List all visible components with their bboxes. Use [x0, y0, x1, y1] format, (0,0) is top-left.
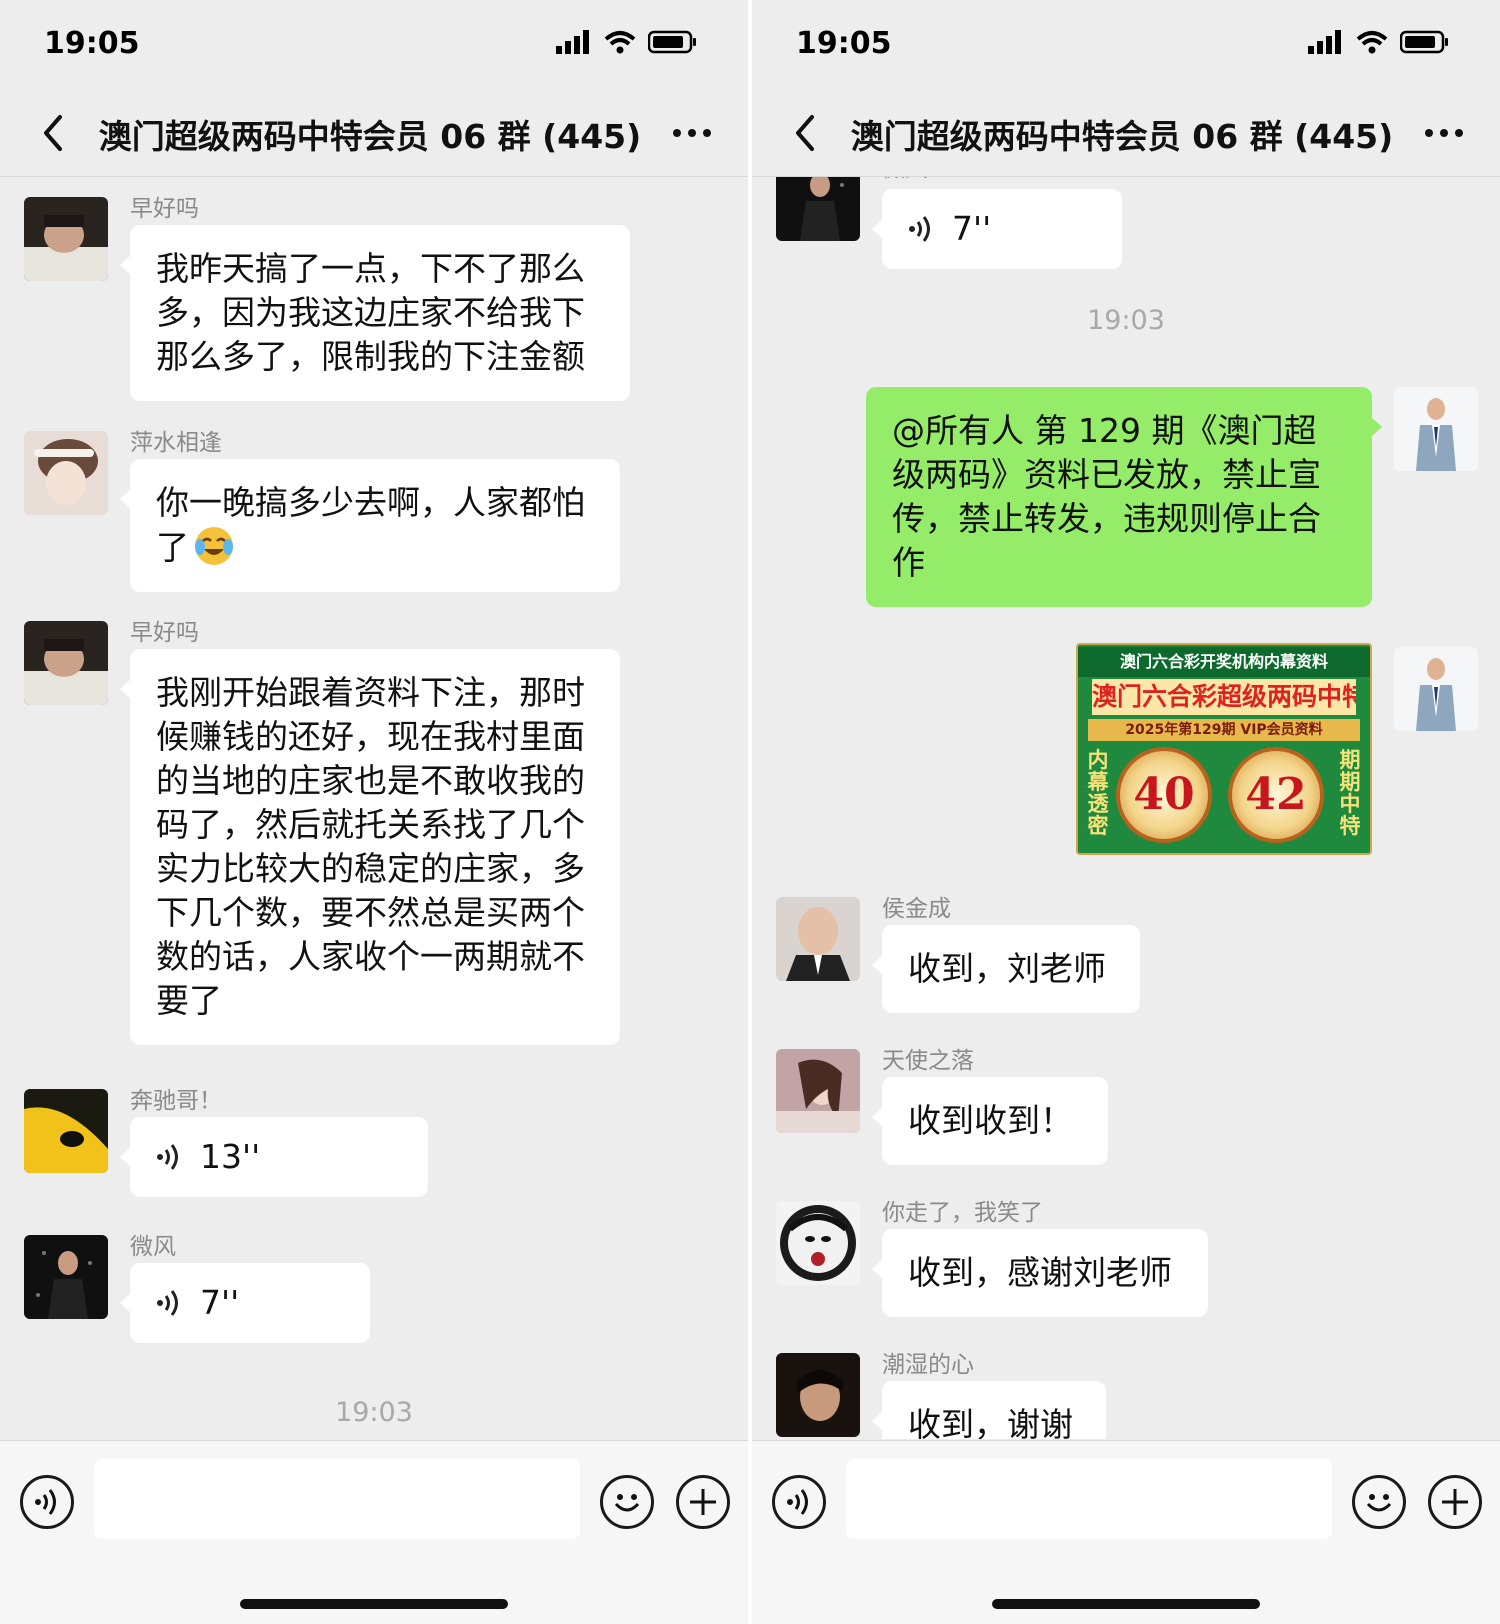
avatar[interactable]: [24, 197, 108, 281]
battery-icon: [648, 30, 696, 54]
sender-name: 潮湿的心: [882, 1352, 974, 1378]
message-bubble[interactable]: 收到，刘老师: [872, 925, 1140, 1013]
wifi-icon: [1356, 31, 1388, 54]
signal-icon: [556, 30, 589, 54]
message-bubble[interactable]: 收到收到！: [872, 1077, 1108, 1165]
sender-name: 微风: [882, 177, 928, 183]
promo-subtitle: 2025年第129期 VIP会员资料: [1088, 719, 1360, 741]
voice-icon: [35, 1489, 56, 1515]
voice-message[interactable]: 7'': [872, 189, 1122, 269]
back-button[interactable]: [28, 108, 78, 158]
crying-laughing-emoji-icon: [195, 527, 233, 565]
avatar[interactable]: [24, 621, 108, 705]
voice-message[interactable]: 7'': [120, 1263, 370, 1343]
emoji-button[interactable]: [1352, 1475, 1406, 1529]
signal-icon: [1308, 30, 1341, 54]
right-phone-screen: 19:05 澳门超级两码中特会员 06 群 (445) 微风 7'' 19: [752, 0, 1500, 1624]
more-button[interactable]: [662, 108, 722, 158]
avatar[interactable]: [24, 1089, 108, 1173]
sender-name: 早好吗: [130, 620, 199, 646]
more-icon: [673, 129, 711, 137]
voice-input-button[interactable]: [772, 1475, 826, 1529]
plus-icon: [1442, 1489, 1468, 1515]
wifi-icon: [604, 31, 636, 54]
emoji-icon: [1366, 1494, 1392, 1512]
avatar[interactable]: [1394, 647, 1478, 731]
promo-side-right: 期期中特: [1339, 748, 1361, 838]
back-icon: [796, 115, 814, 151]
timestamp: 19:03: [1087, 305, 1165, 336]
more-button[interactable]: [1414, 108, 1474, 158]
status-bar: 19:05: [0, 0, 748, 90]
message-bubble[interactable]: 收到，谢谢: [872, 1381, 1106, 1439]
voice-duration: 7'': [200, 1283, 240, 1322]
message-bubble[interactable]: 你一晚搞多少去啊，人家都怕了: [120, 459, 620, 592]
plus-button[interactable]: [1428, 1475, 1482, 1529]
promo-title: 澳门六合彩超级两码中特: [1092, 679, 1356, 715]
sender-name: 奔驰哥！: [130, 1088, 222, 1114]
sender-name: 你走了，我笑了: [882, 1200, 1043, 1226]
status-bar: 19:05: [752, 0, 1500, 90]
status-icons: [1308, 30, 1450, 54]
sender-name: 侯金成: [882, 896, 951, 922]
sender-name: 天使之落: [882, 1048, 974, 1074]
message-bubble[interactable]: 我昨天搞了一点，下不了那么多，因为我这边庄家不给我下那么多了，限制我的下注金额: [120, 225, 630, 401]
promo-header: 澳门六合彩开奖机构内幕资料: [1078, 647, 1370, 677]
message-bubble[interactable]: @所有人 第 129 期《澳门超级两码》资料已发放，禁止宣传，禁止转发，违规则停…: [866, 387, 1382, 607]
status-time: 19:05: [796, 26, 892, 61]
avatar[interactable]: [24, 431, 108, 515]
sender-name: 微风: [130, 1234, 176, 1260]
home-indicator: [992, 1599, 1260, 1609]
message-list: 早好吗 我昨天搞了一点，下不了那么多，因为我这边庄家不给我下那么多了，限制我的下…: [0, 177, 748, 1439]
left-phone-screen: 19:05 澳门超级两码中特会员 06 群 (445) 早好吗 我昨天搞了一点，…: [0, 0, 748, 1624]
voice-icon: [909, 216, 930, 242]
sender-name: 萍水相逢: [130, 430, 222, 456]
avatar[interactable]: [776, 177, 860, 241]
promo-image[interactable]: 澳门六合彩开奖机构内幕资料 澳门六合彩超级两码中特 2025年第129期 VIP…: [1076, 643, 1372, 855]
message-input[interactable]: [846, 1459, 1332, 1539]
battery-icon: [1400, 30, 1448, 54]
status-time: 19:05: [44, 26, 140, 61]
emoji-button[interactable]: [600, 1475, 654, 1529]
chat-header: 澳门超级两码中特会员 06 群 (445): [0, 90, 748, 177]
status-icons: [556, 30, 698, 54]
sender-name: 早好吗: [130, 196, 199, 222]
voice-icon: [157, 1290, 178, 1316]
voice-icon: [787, 1489, 808, 1515]
plus-button[interactable]: [676, 1475, 730, 1529]
promo-side-left: 内幕透密: [1087, 748, 1109, 838]
message-bubble[interactable]: 我刚开始跟着资料下注，那时候赚钱的还好，现在我村里面的当地的庄家也是不敢收我的码…: [120, 649, 620, 1045]
message-bubble[interactable]: 收到，感谢刘老师: [872, 1229, 1208, 1317]
input-bar: [0, 1440, 748, 1624]
back-icon: [44, 115, 62, 151]
avatar[interactable]: [24, 1235, 108, 1319]
promo-number-1: 40: [1116, 747, 1212, 843]
more-icon: [1425, 129, 1463, 137]
back-button[interactable]: [780, 108, 830, 158]
avatar[interactable]: [776, 1353, 860, 1437]
emoji-icon: [614, 1494, 640, 1512]
voice-input-button[interactable]: [20, 1475, 74, 1529]
voice-message[interactable]: 13'': [120, 1117, 428, 1197]
timestamp: 19:03: [335, 1397, 413, 1428]
avatar[interactable]: [776, 1049, 860, 1133]
avatar[interactable]: [776, 1201, 860, 1285]
chat-title: 澳门超级两码中特会员 06 群 (445): [850, 117, 1394, 156]
voice-icon: [157, 1144, 178, 1170]
message-input[interactable]: [94, 1459, 580, 1539]
message-list: 微风 7'' 19:03 @所有人 第 129 期《澳门超级两码》资料已发放，禁…: [752, 177, 1500, 1439]
plus-icon: [690, 1489, 716, 1515]
avatar[interactable]: [776, 897, 860, 981]
chat-header: 澳门超级两码中特会员 06 群 (445): [752, 90, 1500, 177]
voice-duration: 7'': [952, 209, 992, 248]
promo-number-2: 42: [1228, 747, 1324, 843]
input-bar: [752, 1440, 1500, 1624]
home-indicator: [240, 1599, 508, 1609]
voice-duration: 13'': [200, 1137, 261, 1176]
avatar[interactable]: [1394, 387, 1478, 471]
chat-title: 澳门超级两码中特会员 06 群 (445): [98, 117, 642, 156]
